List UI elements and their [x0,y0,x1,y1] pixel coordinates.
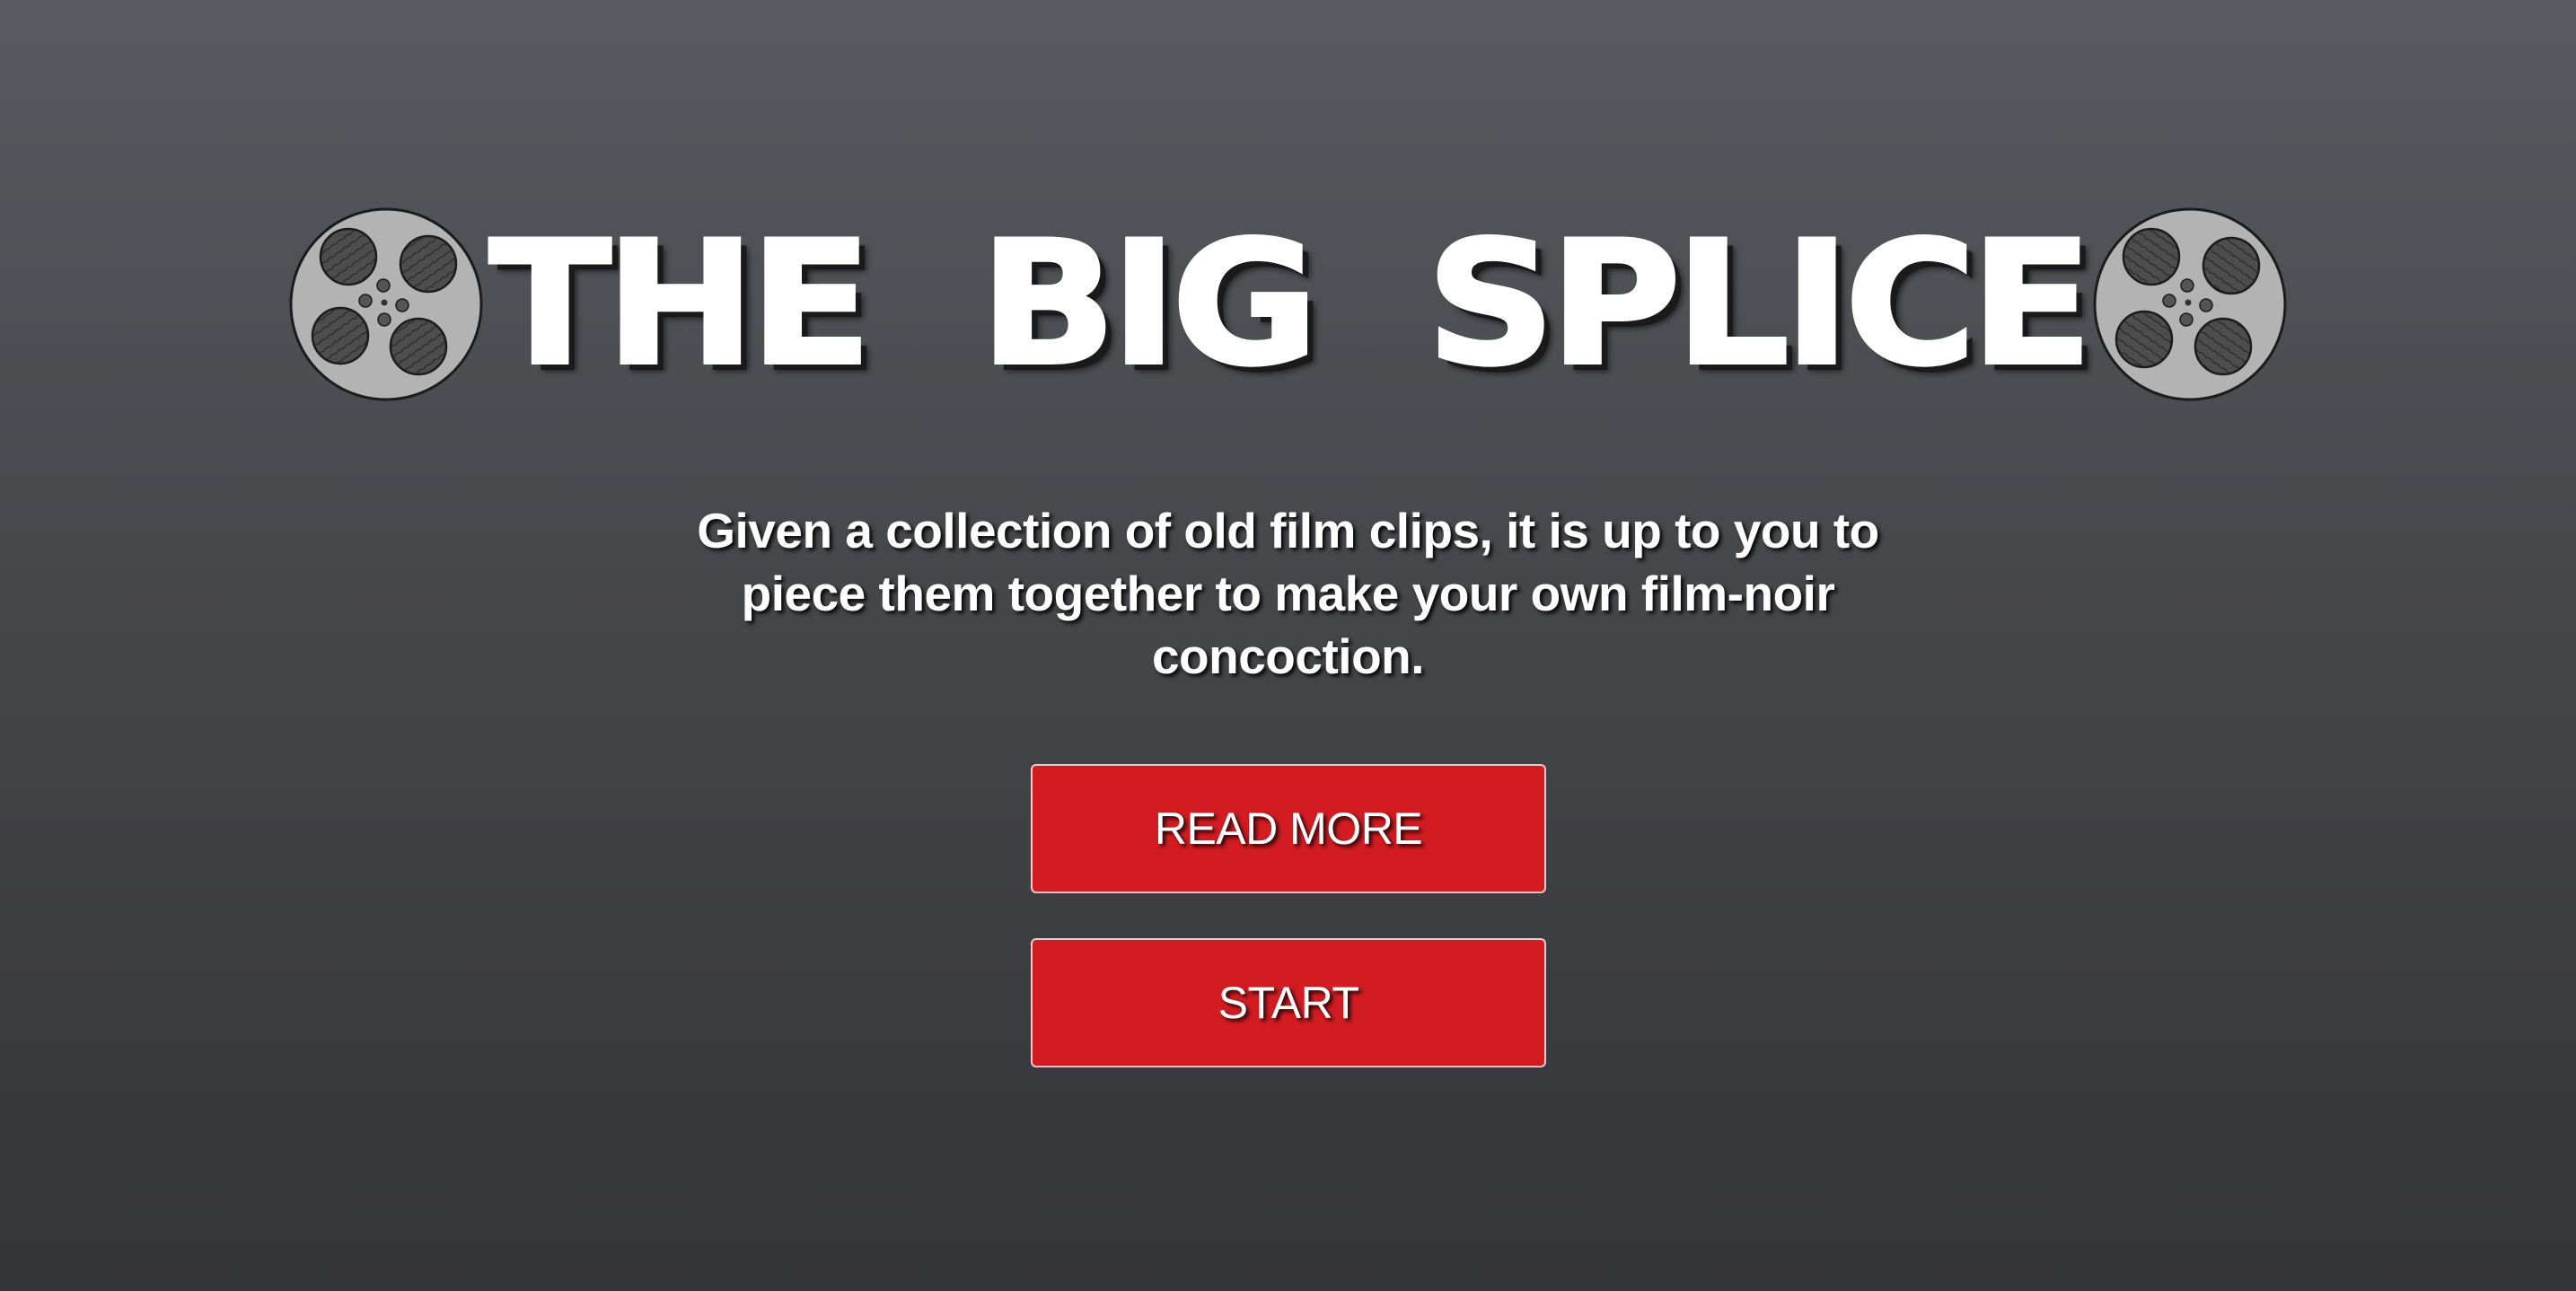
start-button[interactable]: START [1031,938,1546,1067]
game-description: Given a collection of old film clips, it… [697,503,1879,684]
game-title: THE BIG SPLICE [487,205,2095,403]
film-reel-icon [2093,207,2287,401]
title-header: THE BIG SPLICE [0,206,2576,402]
title-screen: THE BIG SPLICE Given a collection of old… [0,0,2576,1291]
read-more-button[interactable]: READ MORE [1031,764,1546,893]
film-reel-icon [289,207,483,401]
